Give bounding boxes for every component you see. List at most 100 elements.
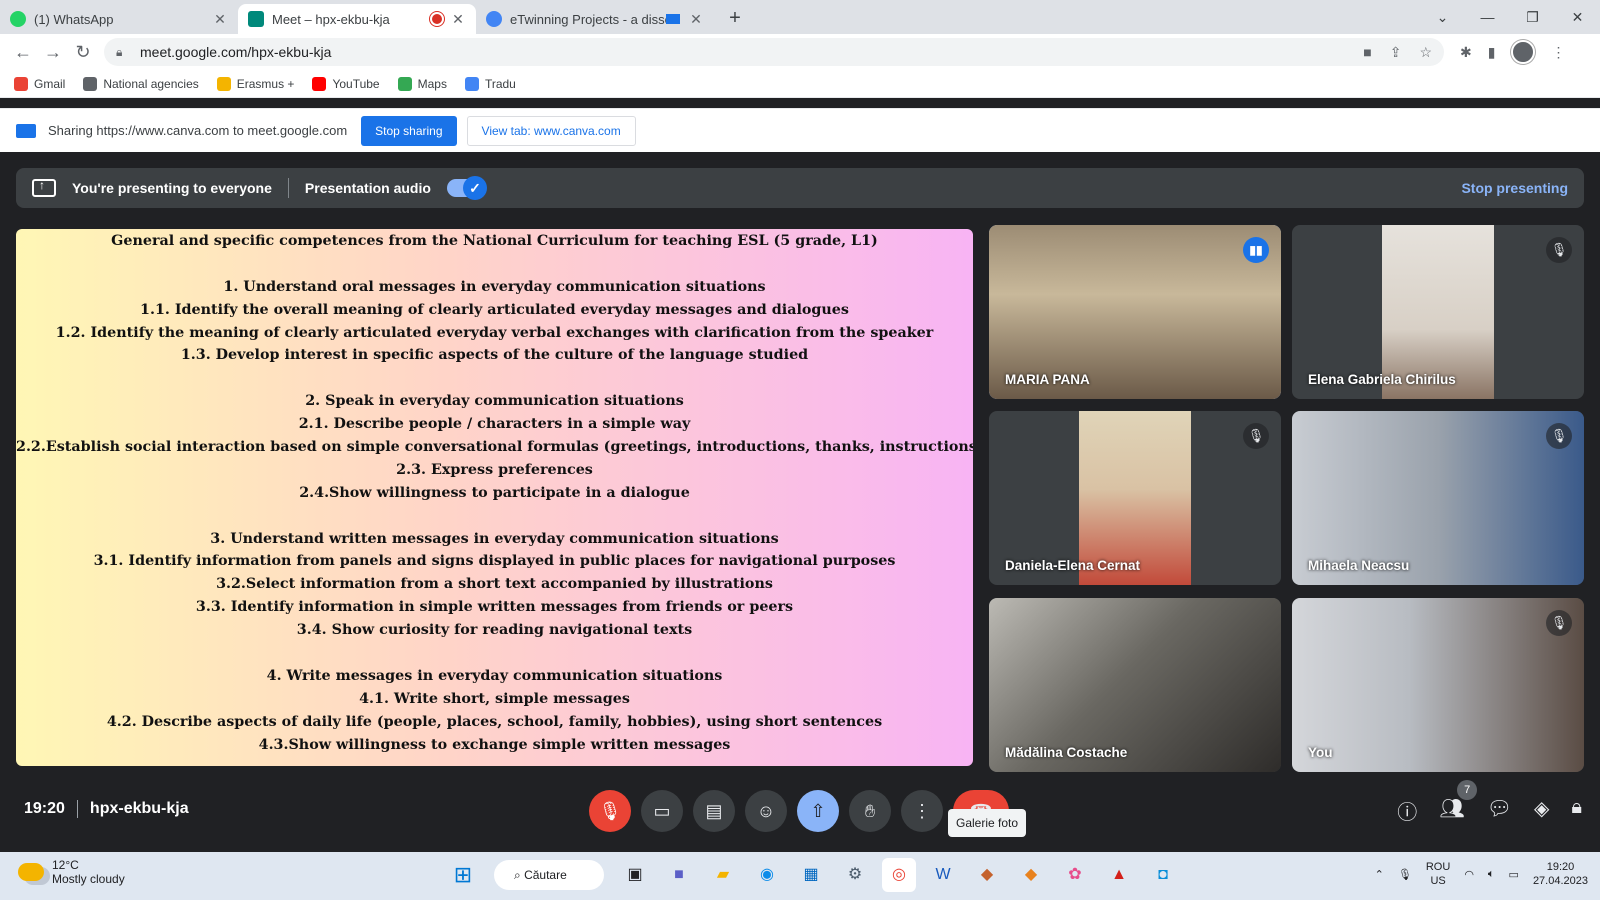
battery-icon[interactable]: ▭ [1509,868,1519,881]
close-icon[interactable]: ✕ [212,11,228,28]
chrome-icon[interactable]: ◎ [882,858,916,892]
slide-spacer [16,642,973,665]
search-icon: ⌕ [514,868,525,882]
bookmark-erasmus[interactable]: Erasmus + [216,76,294,91]
presenting-bar: You're presenting to everyone Presentati… [16,168,1584,208]
participant-tile[interactable]: 🎙︎ Daniela-Elena Cernat [989,411,1281,585]
edge-icon[interactable]: ◉ [750,858,784,892]
settings-icon[interactable]: ⚙ [838,858,872,892]
slide-line: 3.2.Select information from a short text… [216,576,773,593]
participant-name: Elena Gabriela Chirilus [1308,372,1456,387]
tab-whatsapp[interactable]: (1) WhatsApp ✕ [0,4,238,34]
word-icon[interactable]: W [926,858,960,892]
participant-name: Daniela-Elena Cernat [1005,558,1141,573]
bookmark-tradu[interactable]: Tradu [464,76,516,91]
restore-icon[interactable]: ❐ [1510,9,1555,26]
camera-button[interactable]: ▭ [641,790,683,832]
activities-icon[interactable]: ◈ [1534,796,1549,825]
present-button[interactable]: ⇧ [797,790,839,832]
people-icon[interactable]: 👥︎ [1439,796,1464,825]
bookmark-label: Tradu [484,76,516,91]
store-icon[interactable]: ▦ [794,858,828,892]
close-icon[interactable]: ✕ [688,11,704,28]
camera-icon[interactable]: ■ [1363,44,1371,61]
stop-sharing-button[interactable]: Stop sharing [361,115,457,146]
participant-name: You [1308,745,1333,760]
participant-tile[interactable]: 🎙︎ You [1292,598,1584,772]
raise-hand-button[interactable]: ✋︎ [849,790,891,832]
host-controls-icon[interactable]: 🔒︎ [1571,796,1582,825]
close-window-icon[interactable]: ✕ [1555,9,1600,26]
info-icon[interactable]: ⓘ [1397,796,1417,825]
clock[interactable]: 19:20 27.04.2023 [1533,860,1588,888]
close-icon[interactable]: ✕ [450,11,466,28]
bookmark-maps[interactable]: Maps [397,76,447,91]
weather-widget[interactable]: 12°C Mostly cloudy [18,858,125,886]
slide-line: 2.1. Describe people / characters in a s… [298,416,691,433]
bookmark-gmail[interactable]: Gmail [14,76,65,91]
window-controls: ⌄ — ❐ ✕ [1420,0,1600,34]
menu-icon[interactable]: ⋮ [1551,44,1565,61]
slide-spacer [16,505,973,528]
back-icon[interactable]: ← [8,37,38,67]
side-panel-icon[interactable]: ▮ [1488,44,1496,61]
reload-icon[interactable]: ↻ [68,37,98,67]
participant-name: Mădălina Costache [1005,745,1128,760]
acrobat-icon[interactable]: ▲ [1102,858,1136,892]
chevron-up-icon[interactable]: ⌃ [1375,868,1384,881]
tab-etwinning[interactable]: eTwinning Projects - a disser ✕ [476,4,714,34]
language-indicator[interactable]: ROU US [1426,860,1450,888]
taskbar-apps: ⊞ ⌕ Căutare ▣ ■ ▰ ◉ ▦ ⚙ ◎ W ◆ ◆ ✿ ▲ ◘ [446,858,1180,892]
app-icon[interactable]: ✿ [1058,858,1092,892]
participant-tile[interactable]: Mădălina Costache [989,598,1281,772]
bookmark-youtube[interactable]: YouTube [312,76,380,91]
new-tab-button[interactable]: + [720,4,750,34]
wifi-icon[interactable]: ◠ [1464,868,1474,881]
teams-icon[interactable]: ■ [662,858,696,892]
participant-tile[interactable]: ▮▮ MARIA PANA [989,225,1281,399]
system-tray: ⌃ 🎙︎ ROU US ◠ 🔈︎ ▭ 19:20 27.04.2023 [1375,860,1588,888]
taskbar: 12°C Mostly cloudy ⊞ ⌕ Căutare ▣ ■ ▰ ◉ ▦… [0,852,1600,900]
chat-icon[interactable]: 💬︎ [1487,796,1512,825]
presentation-audio-toggle[interactable] [446,176,487,200]
tab-search-icon[interactable]: ⌄ [1420,9,1465,26]
bookmark-national-agencies[interactable]: National agencies [83,76,199,91]
taskbar-search[interactable]: ⌕ Căutare [494,860,604,890]
stop-presenting-button[interactable]: Stop presenting [1461,180,1568,196]
microphone-icon[interactable]: 🎙︎ [1398,868,1412,881]
tooltip: Galerie foto [948,809,1027,837]
mic-off-button[interactable]: 🎙︎ [589,790,631,832]
slide-line: 3.1. Identify information from panels an… [93,553,896,570]
view-tab-button[interactable]: View tab: www.canva.com [466,115,636,146]
participant-name: Mihaela Neacsu [1308,558,1410,573]
address-bar[interactable]: 🔒︎ meet.google.com/hpx-ekbu-kja ■ ⇪ ☆ [104,38,1444,66]
bookmark-label: Maps [417,76,447,91]
minimize-icon[interactable]: — [1465,9,1510,25]
start-icon[interactable]: ⊞ [446,858,480,892]
volume-icon[interactable]: 🔈︎ [1488,868,1495,881]
slide-line: 2.3. Express preferences [396,461,593,478]
captions-button[interactable]: ▤ [693,790,735,832]
profile-avatar[interactable] [1511,40,1536,64]
url-text[interactable]: meet.google.com/hpx-ekbu-kja [140,44,1363,60]
more-options-button[interactable]: ⋮ [901,790,943,832]
participant-tile[interactable]: 🎙︎ Mihaela Neacsu [1292,411,1584,585]
star-icon[interactable]: ☆ [1419,44,1432,61]
presenting-text: You're presenting to everyone [72,180,272,196]
more-icon: ⋮ [913,801,931,821]
mic-off-icon: 🎙︎ [1546,237,1572,263]
app-icon[interactable]: ◆ [970,858,1004,892]
task-view-icon[interactable]: ▣ [618,858,652,892]
file-explorer-icon[interactable]: ▰ [706,858,740,892]
app-icon[interactable]: ◆ [1014,858,1048,892]
forward-icon[interactable]: → [38,37,68,67]
share-icon[interactable]: ⇪ [1390,44,1402,61]
tab-meet[interactable]: Meet – hpx-ekbu-kja ✕ [238,4,476,34]
bookmark-label: YouTube [332,76,380,91]
emoji-button[interactable]: ☺ [745,790,787,832]
extensions-icon[interactable]: ✱ [1460,44,1472,61]
slide-line: 1. Understand oral messages in everyday … [223,278,766,295]
lock-icon[interactable]: 🔒︎ [116,45,130,60]
participant-tile[interactable]: 🎙︎ Elena Gabriela Chirilus [1292,225,1584,399]
app-icon[interactable]: ◘ [1146,858,1180,892]
